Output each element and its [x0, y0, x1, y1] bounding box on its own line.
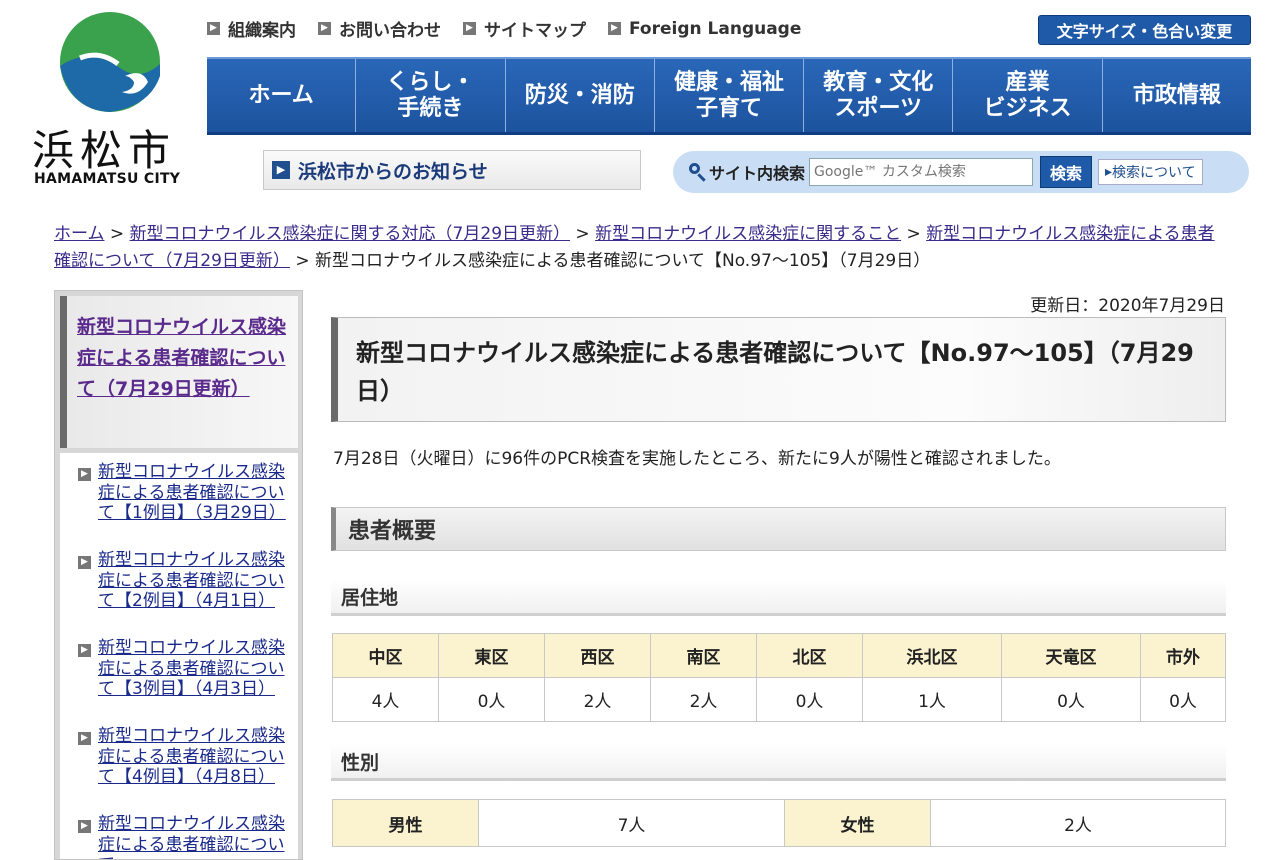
arrow-right-icon: ▶	[608, 22, 621, 35]
table-cell: 0人	[1140, 677, 1226, 722]
table-header-cell: 女性	[784, 799, 931, 847]
search-about-label: 検索について	[1112, 165, 1196, 181]
table-row: 男性 7人 女性 2人	[332, 799, 1226, 847]
arrow-right-icon: ▶	[78, 644, 91, 657]
table-cell: 2人	[930, 799, 1226, 847]
breadcrumb-current: 新型コロナウイルス感染症による患者確認について【No.97〜105】（7月29日…	[315, 251, 931, 271]
arrow-right-icon: ▶	[78, 732, 91, 745]
arrow-right-icon: ▶	[78, 556, 91, 569]
nav-education[interactable]: 教育・文化 スポーツ	[804, 59, 954, 132]
city-notice-link[interactable]: ▶ 浜松市からのお知らせ	[263, 150, 641, 190]
breadcrumb: ホーム > 新型コロナウイルス感染症に関する対応（7月29日更新） > 新型コロ…	[54, 221, 1226, 275]
sidebar-item: ▶ 新型コロナウイルス感染症による患者確認について	[60, 805, 298, 859]
table-header-cell: 男性	[332, 799, 479, 847]
nav-city-info[interactable]: 市政情報	[1102, 59, 1251, 132]
sidebar-item: ▶ 新型コロナウイルス感染症による患者確認について【4例目】（4月8日）	[60, 717, 298, 805]
font-size-color-button[interactable]: 文字サイズ・色合い変更	[1038, 15, 1251, 45]
residence-heading: 居住地	[331, 580, 1226, 616]
sidebar-item: ▶ 新型コロナウイルス感染症による患者確認について【2例目】（4月1日）	[60, 541, 298, 629]
toplink-sitemap[interactable]: ▶ サイトマップ	[463, 16, 586, 41]
sidebar-item-link[interactable]: 新型コロナウイルス感染症による患者確認について【3例目】（4月3日）	[98, 638, 285, 699]
toplink-label: 組織案内	[228, 21, 296, 41]
toplink-foreign-language[interactable]: ▶ Foreign Language	[608, 16, 801, 41]
logo-subtitle: HAMAMATSU CITY	[34, 171, 181, 187]
table-cell: 2人	[650, 677, 757, 722]
search-about-link[interactable]: ▸ 検索について	[1098, 159, 1203, 185]
summary-heading: 患者概要	[331, 507, 1226, 551]
search-label: サイト内検索	[709, 164, 806, 183]
table-header-cell: 東区	[438, 633, 545, 678]
sidebar-heading: 新型コロナウイルス感染症による患者確認について（7月29日更新）	[60, 296, 298, 448]
table-header-cell: 北区	[756, 633, 863, 678]
nav-health[interactable]: 健康・福祉 子育て	[654, 59, 805, 132]
arrow-right-icon: ▶	[272, 161, 290, 179]
site-search: サイト内検索 検索 ▸検索について	[673, 151, 1249, 193]
arrow-right-icon: ▶	[78, 820, 91, 833]
sex-table: 男性 7人 女性 2人	[332, 799, 1226, 847]
hamamatsu-logo-mark-icon	[60, 12, 160, 112]
table-cell: 0人	[1001, 677, 1141, 722]
nav-disaster[interactable]: 防災・消防	[505, 59, 655, 132]
breadcrumb-covid-about[interactable]: 新型コロナウイルス感染症に関すること	[595, 224, 901, 244]
table-header-cell: 天竜区	[1001, 633, 1141, 678]
breadcrumb-sep: >	[289, 251, 315, 271]
sidebar-item-link[interactable]: 新型コロナウイルス感染症による患者確認について【2例目】（4月1日）	[98, 550, 285, 611]
nav-home[interactable]: ホーム	[207, 59, 357, 132]
nav-business[interactable]: 産業 ビジネス	[953, 59, 1103, 132]
page-title: 新型コロナウイルス感染症による患者確認について【No.97〜105】（7月29日…	[331, 317, 1226, 422]
arrow-right-icon: ▶	[78, 468, 91, 481]
arrow-right-icon: ▶	[318, 22, 331, 35]
breadcrumb-home[interactable]: ホーム	[54, 224, 105, 244]
arrow-right-icon: ▶	[463, 22, 476, 35]
toplink-label: サイトマップ	[484, 21, 586, 41]
sidebar-item-link[interactable]: 新型コロナウイルス感染症による患者確認について【1例目】（3月29日）	[98, 462, 286, 523]
sidebar-item: ▶ 新型コロナウイルス感染症による患者確認について【3例目】（4月3日）	[60, 629, 298, 717]
search-button[interactable]: 検索	[1040, 156, 1093, 188]
sidebar-heading-link[interactable]: 新型コロナウイルス感染症による患者確認について（7月29日更新）	[77, 316, 286, 400]
breadcrumb-sep: >	[901, 224, 927, 244]
table-header-cell: 南区	[650, 633, 757, 678]
top-links: ▶ 組織案内 ▶ お問い合わせ ▶ サイトマップ ▶ Foreign Language	[207, 16, 801, 41]
sidebar-item-link[interactable]: 新型コロナウイルス感染症による患者確認について	[98, 814, 285, 859]
nav-living[interactable]: くらし・ 手続き	[356, 59, 506, 132]
table-cell: 7人	[478, 799, 785, 847]
sidebar-list: ▶ 新型コロナウイルス感染症による患者確認について【1例目】（3月29日） ▶ 新型…	[60, 453, 298, 859]
main-nav: ホーム くらし・ 手続き 防災・消防 健康・福祉 子育て 教育・文化 スポーツ …	[207, 57, 1251, 135]
breadcrumb-sep: >	[570, 224, 596, 244]
arrow-right-icon: ▶	[207, 22, 220, 35]
logo-title: 浜松市	[32, 126, 177, 175]
table-header-cell: 中区	[332, 633, 439, 678]
breadcrumb-sep: >	[104, 224, 130, 244]
sidebar-item: ▶ 新型コロナウイルス感染症による患者確認について【1例目】（3月29日）	[60, 453, 298, 541]
notice-label: 浜松市からのお知らせ	[298, 160, 488, 183]
table-header-cell: 浜北区	[862, 633, 1002, 678]
sex-heading: 性別	[331, 745, 1226, 781]
table-cell: 1人	[862, 677, 1002, 722]
toplink-label: Foreign Language	[629, 18, 802, 39]
table-cell: 0人	[756, 677, 863, 722]
sidebar-item-link[interactable]: 新型コロナウイルス感染症による患者確認について【4例目】（4月8日）	[98, 726, 285, 787]
table-header-cell: 西区	[544, 633, 651, 678]
table-header-cell: 市外	[1140, 633, 1226, 678]
toplink-contact[interactable]: ▶ お問い合わせ	[318, 16, 441, 41]
updated-date: 更新日：2020年7月29日	[1030, 296, 1225, 316]
table-row: 4人 0人 2人 2人 0人 1人 0人 0人	[332, 677, 1226, 722]
search-input[interactable]	[809, 158, 1034, 186]
breadcrumb-covid-response[interactable]: 新型コロナウイルス感染症に関する対応（7月29日更新）	[130, 224, 570, 244]
toplink-label: お問い合わせ	[339, 21, 441, 41]
toplink-organization[interactable]: ▶ 組織案内	[207, 16, 296, 41]
intro-text: 7月28日（火曜日）に96件のPCR検査を実施したところ、新たに9人が陽性と確認…	[333, 449, 1061, 469]
search-icon	[689, 163, 707, 182]
residence-table: 中区 東区 西区 南区 北区 浜北区 天竜区 市外 4人 0人 2人 2人 0人…	[332, 633, 1226, 722]
table-cell: 2人	[544, 677, 651, 722]
table-cell: 0人	[438, 677, 545, 722]
table-cell: 4人	[332, 677, 439, 722]
sidebar: 新型コロナウイルス感染症による患者確認について（7月29日更新） ▶ 新型コロナウ…	[54, 290, 303, 860]
table-row: 中区 東区 西区 南区 北区 浜北区 天竜区 市外	[332, 633, 1226, 678]
